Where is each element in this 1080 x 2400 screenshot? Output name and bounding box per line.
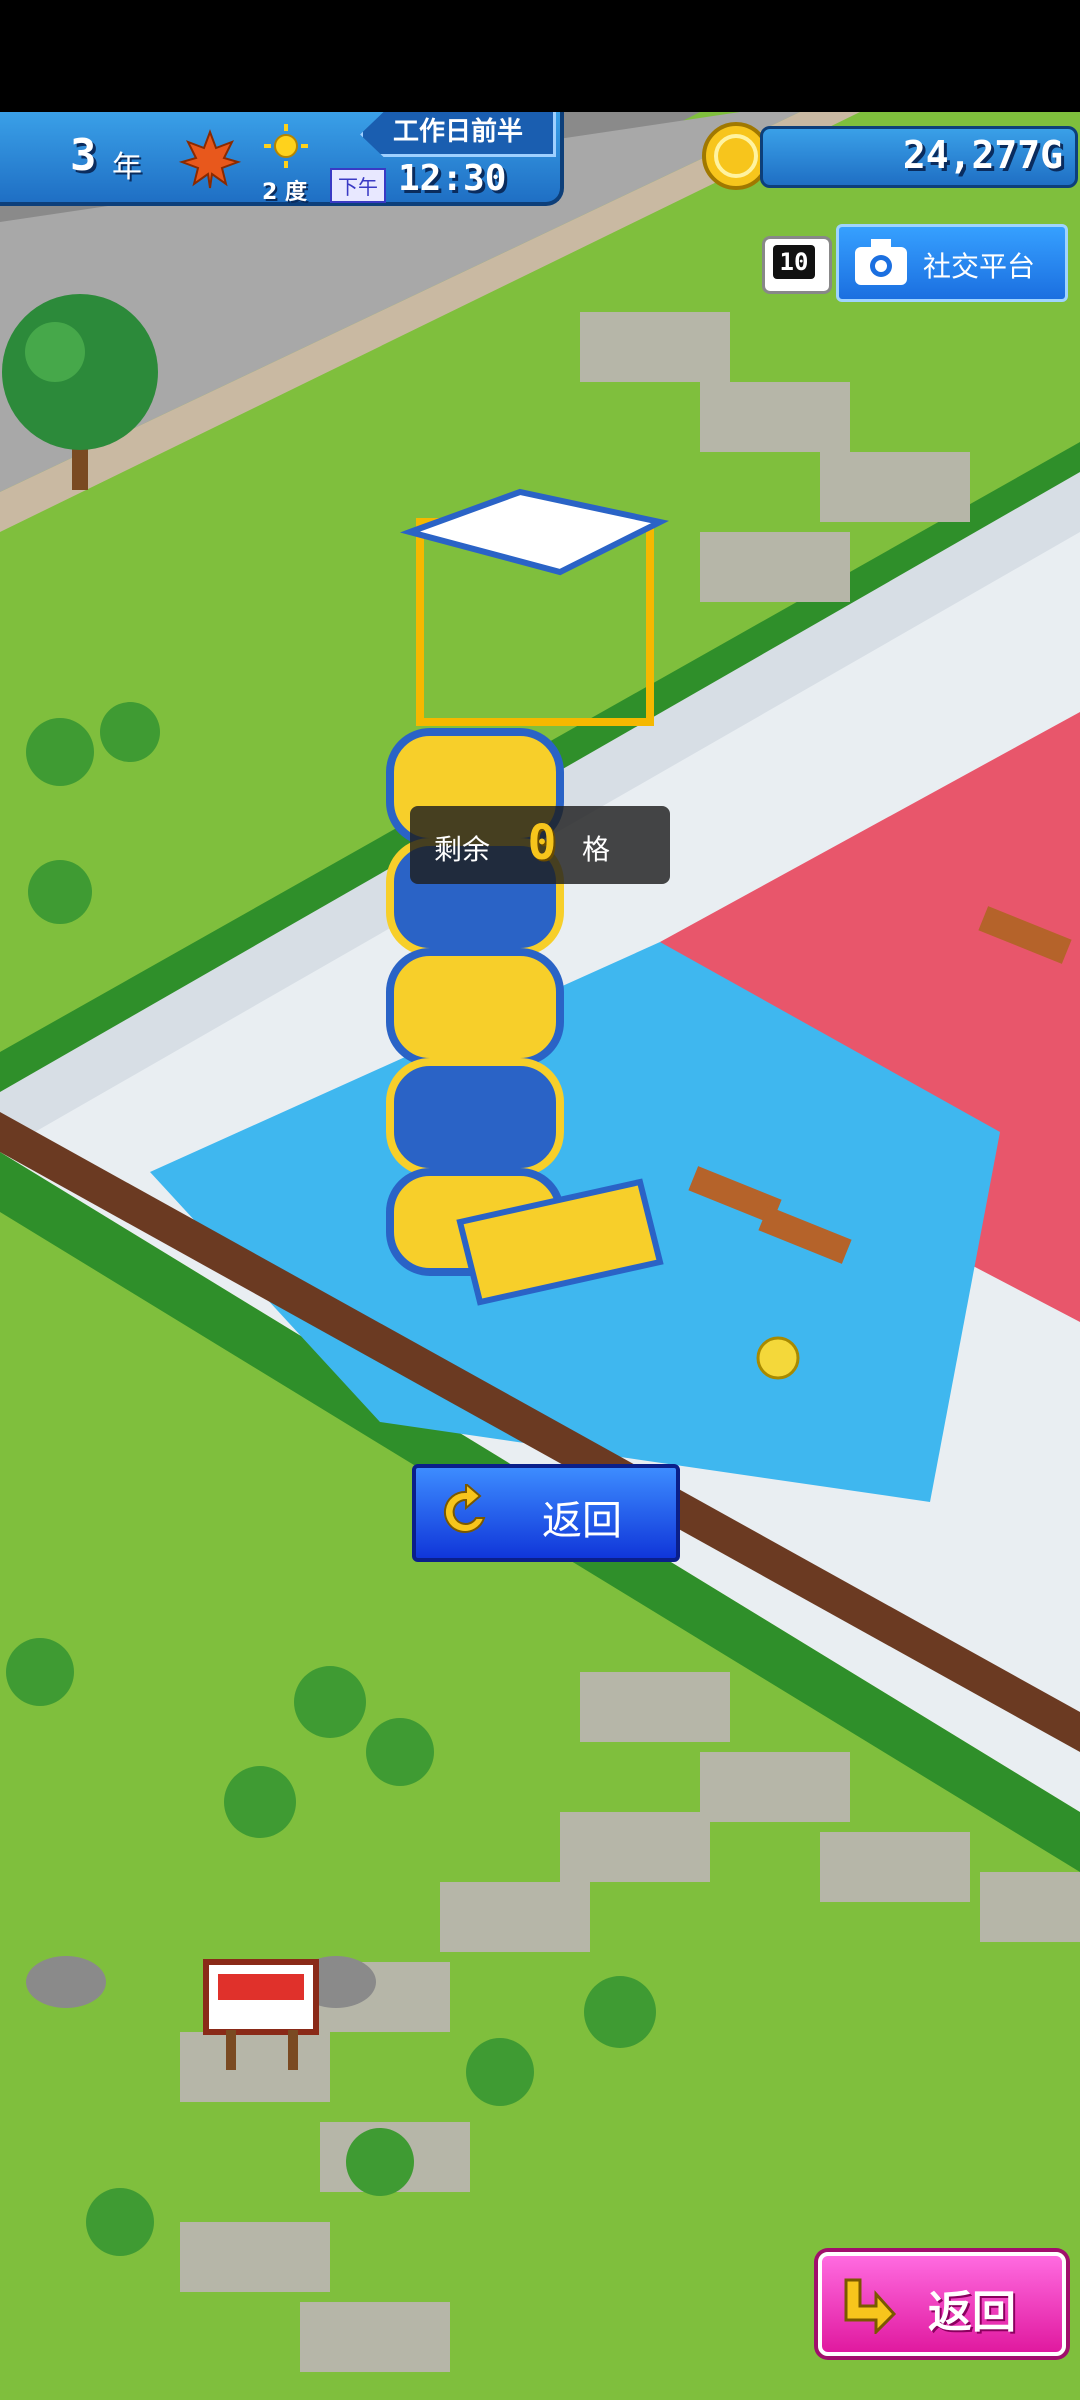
- remaining-prefix: 剩余: [434, 833, 491, 866]
- guest-icon: [756, 1336, 800, 1380]
- center-return-button[interactable]: 返回: [412, 1464, 680, 1562]
- money-value: 24,277G: [902, 133, 1063, 177]
- year-number: 3: [70, 130, 97, 181]
- corner-arrow-icon: [844, 2278, 897, 2334]
- return-arrow-icon: [443, 1484, 486, 1533]
- maple-leaf-icon: [178, 129, 242, 189]
- count-badge: 10: [762, 236, 832, 294]
- count-badge-value: 10: [773, 245, 815, 279]
- clock-time: 12:30: [398, 158, 507, 199]
- temperature: 2 度: [262, 180, 307, 205]
- remaining-suffix: 格: [582, 833, 611, 866]
- remaining-value: 0: [527, 815, 557, 871]
- game-scene[interactable]: [0, 112, 1080, 2400]
- corner-return-label: 返回: [928, 2287, 1016, 2338]
- center-return-label: 返回: [542, 1498, 622, 1544]
- social-platform-button[interactable]: 社交平台: [836, 224, 1068, 302]
- social-platform-label: 社交平台: [923, 250, 1036, 283]
- park-map[interactable]: [0, 112, 1080, 2400]
- remaining-tiles-panel: 剩余 0 格: [410, 806, 670, 884]
- day-part-label: 工作日前半: [360, 112, 556, 157]
- year-suffix: 年: [112, 150, 142, 185]
- camera-icon: [855, 239, 907, 285]
- date-time-panel: 3 年 2 度 下午 12:30 工作日前半: [0, 112, 564, 206]
- corner-return-button[interactable]: 返回: [818, 2252, 1066, 2356]
- period-badge: 下午: [330, 168, 386, 203]
- sun-icon: [264, 124, 308, 168]
- money-panel: 24,277G: [760, 126, 1078, 188]
- rocks: [26, 1956, 376, 2008]
